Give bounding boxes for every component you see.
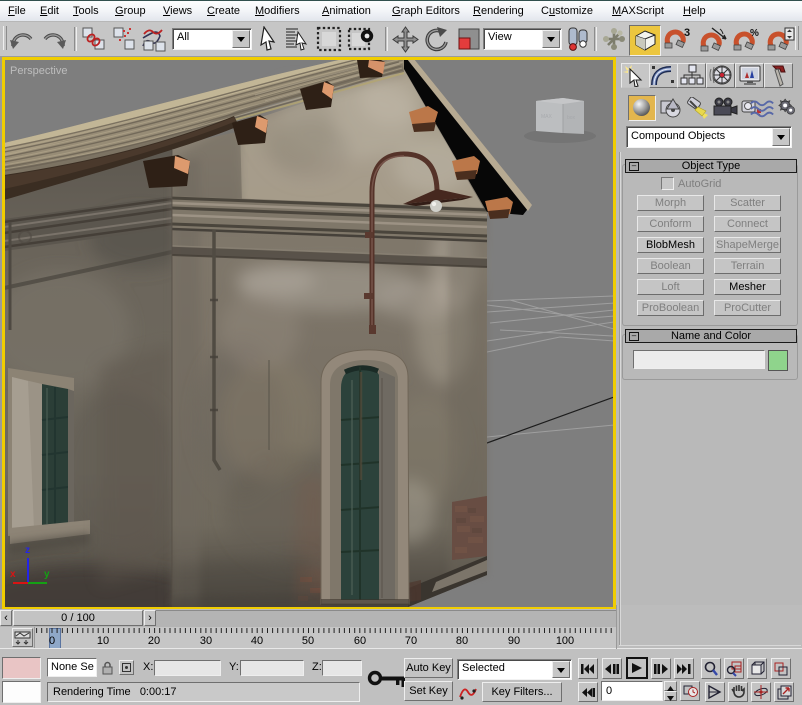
svg-text:0: 0 [49,635,55,647]
svg-text:Perspective: Perspective [10,65,67,77]
svg-text:%: % [750,28,759,39]
svg-text:20: 20 [148,635,160,647]
svg-text:70: 70 [405,635,417,647]
svg-text:box: box [567,115,576,121]
svg-text:50: 50 [302,635,314,647]
svg-text:y: y [44,569,50,580]
svg-text:z: z [25,545,30,556]
svg-text:MAX: MAX [541,114,553,120]
svg-text:80: 80 [456,635,468,647]
svg-text:40: 40 [251,635,263,647]
svg-text:60: 60 [354,635,366,647]
svg-text:30: 30 [200,635,212,647]
svg-text:3: 3 [684,27,690,39]
svg-text:x: x [10,569,16,580]
svg-text:90: 90 [508,635,520,647]
svg-text:100: 100 [556,635,574,647]
svg-text:10: 10 [97,635,109,647]
